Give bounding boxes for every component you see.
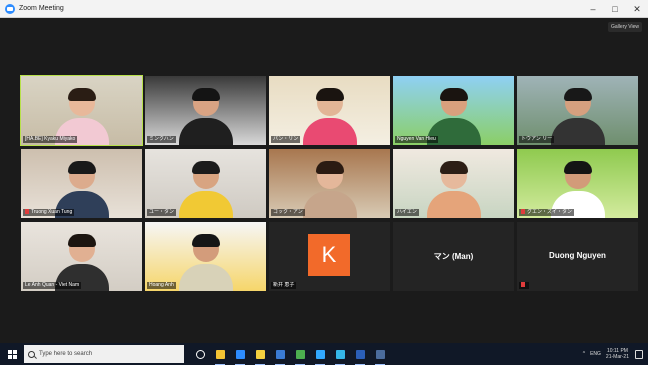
muted-mic-icon	[521, 282, 525, 287]
chrome-icon[interactable]	[290, 343, 310, 365]
participant-video	[178, 161, 233, 218]
participant-name: ユー・タン	[149, 209, 175, 215]
participant-tile[interactable]: ハイエン	[393, 149, 514, 218]
participant-name: ミンクハン	[149, 136, 174, 142]
participant-name-label: バン・リン	[271, 136, 301, 143]
participant-name: 新井 恵子	[273, 282, 295, 288]
taskbar: Type here to search ^ ENG 10:11 PM 21-Ma…	[0, 343, 648, 365]
zoom-app-icon[interactable]	[230, 343, 250, 365]
zoom-logo-icon	[5, 3, 15, 14]
taskbar-apps	[190, 343, 390, 365]
file-explorer-icon[interactable]	[210, 343, 230, 365]
taskbar-search[interactable]: Type here to search	[24, 345, 184, 363]
sticky-notes-icon[interactable]	[250, 343, 270, 365]
participant-name: ゴック・アン	[273, 209, 303, 215]
participant-video	[550, 88, 605, 145]
participant-tile[interactable]: ゴック・アン	[269, 149, 390, 218]
participant-tile[interactable]: Hoang Anh	[145, 222, 266, 291]
participant-name: ハイエン	[397, 209, 417, 215]
participant-tile[interactable]: ミンクハン	[145, 76, 266, 145]
participant-name-label: Le Anh Quan - Viet Nam	[23, 282, 82, 289]
search-icon	[28, 350, 35, 358]
participant-name-label: ハイエン	[395, 209, 419, 216]
minimize-button[interactable]: –	[582, 0, 604, 18]
muted-mic-icon	[521, 209, 525, 214]
participant-video	[178, 234, 233, 291]
participant-grid: [HA.BE] Kyaku Miyako ミンクハン バン・リン Nguyen Van…	[20, 75, 638, 291]
participant-display-name: Duong Nguyen	[549, 251, 606, 260]
store-icon[interactable]	[270, 343, 290, 365]
photoshop-icon[interactable]	[310, 343, 330, 365]
participant-video	[178, 88, 233, 145]
participant-tile[interactable]: Duong Nguyen	[517, 222, 638, 291]
participant-tile[interactable]: Le Anh Quan - Viet Nam	[21, 222, 142, 291]
notification-icon[interactable]	[635, 349, 643, 359]
search-placeholder: Type here to search	[39, 351, 93, 357]
participant-name: トウアン リー	[521, 136, 553, 142]
participant-name: [HA.BE] Kyaku Miyako	[25, 136, 76, 142]
word-icon[interactable]	[350, 343, 370, 365]
participant-name-label: Hoang Anh	[147, 282, 176, 289]
edge-icon[interactable]	[330, 343, 350, 365]
participant-tile[interactable]: [HA.BE] Kyaku Miyako	[20, 75, 143, 146]
participant-name: Truong Xuan Tung	[31, 209, 73, 215]
participant-name-label: [HA.BE] Kyaku Miyako	[23, 136, 78, 143]
gallery-view-button[interactable]: Gallery View	[608, 22, 642, 32]
task-view-icon[interactable]	[190, 343, 210, 365]
window-title: Zoom Meeting	[19, 5, 64, 12]
system-tray: ^ ENG 10:11 PM 21-Mar-21	[583, 343, 648, 365]
active-window-icon[interactable]	[370, 343, 390, 365]
participant-name: バン・リン	[273, 136, 299, 142]
participant-name: Hoang Anh	[149, 282, 174, 288]
title-bar: Zoom Meeting – □ ✕	[0, 0, 648, 18]
participant-tile[interactable]: Nguyen Van Hieu	[393, 76, 514, 145]
participant-name: Nguyen Van Hieu	[397, 136, 436, 142]
participant-tile[interactable]: バン・リン	[269, 76, 390, 145]
participant-display-name: マン (Man)	[433, 252, 474, 261]
clock[interactable]: 10:11 PM 21-Mar-21	[606, 348, 629, 360]
participant-tile[interactable]: トウアン リー	[517, 76, 638, 145]
close-button[interactable]: ✕	[626, 0, 648, 18]
participant-video	[426, 161, 481, 218]
clock-date: 21-Mar-21	[605, 354, 629, 360]
participant-name-label: ミンクハン	[147, 136, 176, 143]
maximize-button[interactable]: □	[604, 0, 626, 18]
participant-tile[interactable]: マン (Man)	[393, 222, 514, 291]
participant-name-label: Truong Xuan Tung	[23, 209, 75, 216]
participant-tile[interactable]: ユー・タン	[145, 149, 266, 218]
language-indicator[interactable]: ENG	[590, 351, 601, 357]
participant-name: Le Anh Quan - Viet Nam	[25, 282, 80, 288]
participant-name-label: トウアン リー	[519, 136, 555, 143]
participant-tile[interactable]: K 新井 恵子	[269, 222, 390, 291]
participant-name-label: グエン・ズイ・タン	[519, 209, 575, 216]
window-controls: – □ ✕	[582, 0, 648, 18]
participant-name-label: Nguyen Van Hieu	[395, 136, 438, 143]
meeting-area: Gallery View [HA.BE] Kyaku Miyako ミンクハン バン…	[0, 18, 648, 343]
participant-name: グエン・ズイ・タン	[527, 209, 573, 215]
participant-tile[interactable]: Truong Xuan Tung	[21, 149, 142, 218]
chevron-up-icon[interactable]: ^	[583, 351, 585, 357]
participant-name-label: ユー・タン	[147, 209, 177, 216]
participant-name-label: ゴック・アン	[271, 209, 305, 216]
participant-name-label	[519, 282, 529, 289]
muted-mic-icon	[25, 209, 29, 214]
participant-video	[302, 88, 357, 145]
start-button[interactable]	[0, 343, 24, 365]
participant-video	[302, 161, 357, 218]
avatar: K	[308, 234, 350, 276]
participant-name-label: 新井 恵子	[271, 282, 297, 289]
windows-icon	[7, 349, 17, 359]
participant-tile[interactable]: グエン・ズイ・タン	[517, 149, 638, 218]
